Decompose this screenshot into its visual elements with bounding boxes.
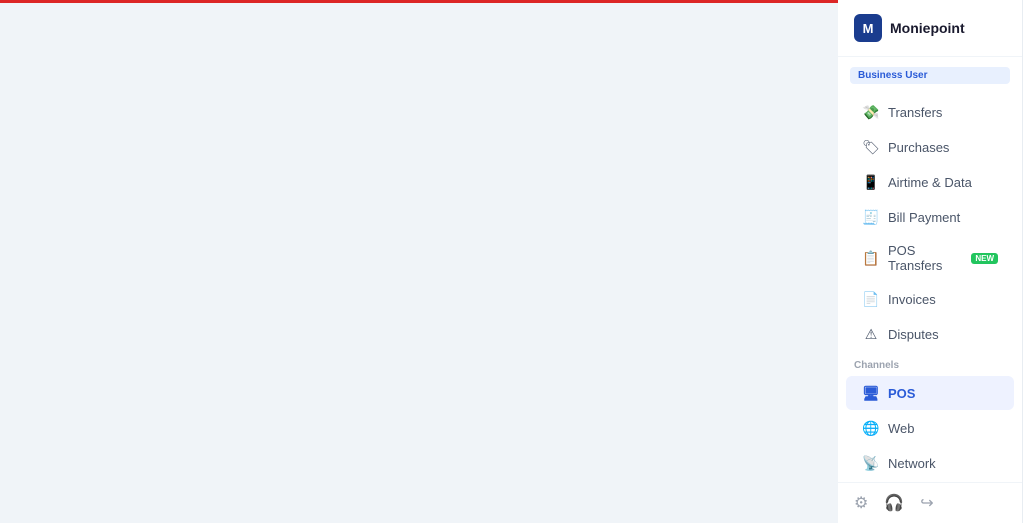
logout-icon[interactable]: ↪ — [920, 493, 933, 513]
airtime-icon: 📱 — [862, 173, 880, 191]
sidebar-item-pos[interactable]: 🖥 POS — [846, 376, 1014, 410]
sidebar-item-label: Purchases — [888, 140, 949, 155]
channels-label: Channels — [838, 352, 1022, 375]
sidebar-item-pos-transfers[interactable]: 📋 POS Transfers NEW — [846, 235, 1014, 281]
sidebar-item-airtime-data[interactable]: 📱 Airtime & Data — [846, 165, 1014, 199]
purchases-icon: 🏷 — [862, 138, 880, 156]
sidebar-item-invoices[interactable]: 📄 Invoices — [846, 282, 1014, 316]
sidebar-item-purchases[interactable]: 🏷 Purchases — [846, 130, 1014, 164]
pos-icon: 🖥 — [862, 384, 880, 402]
invoices-icon: 📄 — [862, 290, 880, 308]
logo-letter: M — [863, 21, 874, 36]
sidebar-nav: 💸 Transfers 🏷 Purchases 📱 Airtime & Data… — [838, 90, 1022, 482]
red-accent-bar — [0, 0, 838, 3]
sidebar-item-label: Bill Payment — [888, 210, 960, 225]
sidebar-item-bill-payment[interactable]: 🧾 Bill Payment — [846, 200, 1014, 234]
settings-bottom-icon[interactable]: ⚙ — [854, 493, 868, 513]
business-badge: Business User — [850, 67, 1010, 84]
sidebar-logo: M Moniepoint — [838, 0, 1022, 57]
sidebar-item-label: POS Transfers — [888, 243, 961, 273]
sidebar-item-label: POS — [888, 386, 915, 401]
app-name: Moniepoint — [890, 20, 965, 36]
network-icon: 📡 — [862, 454, 880, 472]
sidebar-bottom: ⚙ 🎧 ↪ — [838, 482, 1022, 523]
sidebar: M Moniepoint Business User 💸 Transfers 🏷… — [838, 0, 1023, 523]
sidebar-item-label: Invoices — [888, 292, 936, 307]
support-icon[interactable]: 🎧 — [884, 493, 904, 513]
logo-box: M — [854, 14, 882, 42]
web-icon: 🌐 — [862, 419, 880, 437]
sidebar-item-transfers[interactable]: 💸 Transfers — [846, 95, 1014, 129]
sidebar-item-network[interactable]: 📡 Network — [846, 446, 1014, 480]
disputes-icon: ⚠ — [862, 325, 880, 343]
sidebar-item-label: Disputes — [888, 327, 939, 342]
pos-transfers-icon: 📋 — [862, 249, 880, 267]
sidebar-item-label: Web — [888, 421, 915, 436]
sidebar-item-web[interactable]: 🌐 Web — [846, 411, 1014, 445]
sidebar-item-label: Network — [888, 456, 936, 471]
new-badge: NEW — [971, 253, 998, 264]
sidebar-item-label: Airtime & Data — [888, 175, 972, 190]
bill-icon: 🧾 — [862, 208, 880, 226]
transfers-icon: 💸 — [862, 103, 880, 121]
sidebar-item-label: Transfers — [888, 105, 942, 120]
sidebar-item-disputes[interactable]: ⚠ Disputes — [846, 317, 1014, 351]
